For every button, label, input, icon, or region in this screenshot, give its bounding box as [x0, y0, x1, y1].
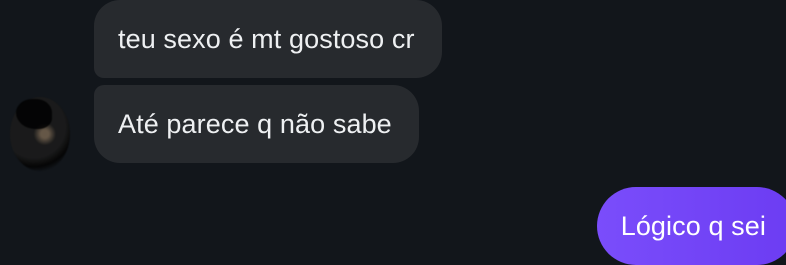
message-text: Até parece q não sabe — [118, 108, 392, 139]
incoming-message-bubble[interactable]: Até parece q não sabe — [94, 85, 419, 163]
sender-avatar[interactable] — [10, 97, 70, 171]
avatar-image — [16, 99, 52, 129]
outgoing-message-bubble[interactable]: Lógico q sei — [596, 187, 786, 265]
message-text: Lógico q sei — [620, 210, 766, 241]
chat-thread: teu sexo é mt gostoso cr Até parece q nã… — [0, 0, 786, 265]
incoming-message-bubble[interactable]: teu sexo é mt gostoso cr — [94, 0, 442, 78]
message-text: teu sexo é mt gostoso cr — [118, 23, 415, 54]
